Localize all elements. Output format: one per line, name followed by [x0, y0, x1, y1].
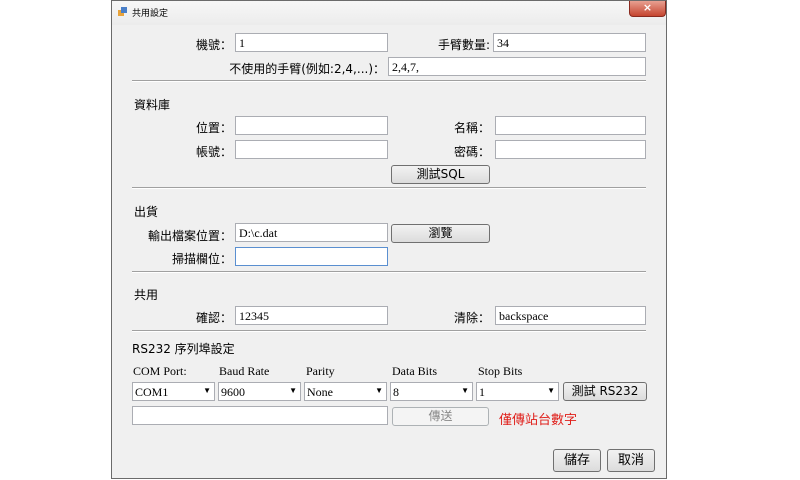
- arm-count-field[interactable]: 34: [493, 33, 646, 52]
- confirm-label: 確認：: [195, 311, 232, 325]
- chevron-down-icon: ▼: [375, 386, 383, 395]
- separator: [132, 80, 646, 82]
- clear-key-field[interactable]: backspace: [495, 306, 646, 325]
- separator: [132, 330, 646, 332]
- baud-rate-select[interactable]: 9600 ▼: [218, 382, 301, 401]
- output-path-label: 輸出檔案位置：: [147, 229, 232, 243]
- cancel-button[interactable]: 取消: [607, 449, 655, 472]
- data-bits-value: 8: [393, 385, 399, 399]
- test-rs232-button[interactable]: 測試 RS232: [563, 382, 647, 401]
- send-button[interactable]: 傳送: [392, 407, 489, 426]
- scan-field-input[interactable]: [235, 247, 388, 266]
- machine-label: 機號：: [195, 38, 232, 52]
- baud-rate-label: Baud Rate: [219, 364, 270, 378]
- save-button[interactable]: 儲存: [553, 449, 601, 472]
- parity-label: Parity: [306, 364, 335, 378]
- shipping-section-title: 出貨: [134, 205, 159, 219]
- db-account-field[interactable]: [235, 140, 388, 159]
- window-title: 共用設定: [132, 9, 169, 19]
- parity-select[interactable]: None ▼: [304, 382, 387, 401]
- db-password-field[interactable]: [495, 140, 646, 159]
- db-name-field[interactable]: [495, 116, 646, 135]
- separator: [132, 271, 646, 273]
- app-icon: [118, 7, 127, 16]
- chevron-down-icon: ▼: [203, 386, 211, 395]
- chevron-down-icon: ▼: [289, 386, 297, 395]
- separator: [132, 187, 646, 189]
- chevron-down-icon: ▼: [547, 386, 555, 395]
- db-location-label: 位置：: [195, 121, 232, 135]
- parity-value: None: [307, 385, 333, 399]
- data-bits-select[interactable]: 8 ▼: [390, 382, 473, 401]
- test-sql-button[interactable]: 測試SQL: [391, 165, 490, 184]
- com-port-select[interactable]: COM1 ▼: [132, 382, 215, 401]
- browse-button[interactable]: 瀏覽: [391, 224, 490, 243]
- clear-label: 清除：: [453, 311, 490, 325]
- machine-field[interactable]: 1: [235, 33, 388, 52]
- confirm-key-field[interactable]: 12345: [235, 306, 388, 325]
- rs232-section-title: RS232 序列埠設定: [132, 342, 235, 356]
- chevron-down-icon: ▼: [461, 386, 469, 395]
- common-section-title: 共用: [134, 288, 159, 302]
- data-bits-label: Data Bits: [392, 364, 437, 378]
- baud-rate-value: 9600: [221, 385, 245, 399]
- database-section-title: 資料庫: [134, 98, 171, 112]
- close-button[interactable]: ×: [629, 1, 666, 17]
- settings-dialog: 共用設定 × 機號： 1 手臂數量: 34 不使用的手臂(例如:2,4,...)…: [111, 0, 667, 479]
- arm-count-label: 手臂數量:: [437, 38, 490, 52]
- com-port-value: COM1: [135, 385, 169, 399]
- stop-bits-label: Stop Bits: [478, 364, 523, 378]
- db-account-label: 帳號：: [195, 145, 232, 159]
- stop-bits-value: 1: [479, 385, 485, 399]
- db-name-label: 名稱：: [453, 121, 490, 135]
- send-hint: 僅傳站台數字: [499, 413, 578, 428]
- unused-arms-label: 不使用的手臂(例如:2,4,...)：: [229, 62, 385, 76]
- send-input[interactable]: [132, 406, 388, 425]
- output-path-field[interactable]: D:\c.dat: [235, 223, 388, 242]
- com-port-label: COM Port:: [133, 364, 187, 378]
- unused-arms-field[interactable]: 2,4,7,: [388, 57, 646, 76]
- db-password-label: 密碼：: [453, 145, 490, 159]
- scan-field-label: 掃描欄位：: [171, 252, 232, 266]
- db-location-field[interactable]: [235, 116, 388, 135]
- title-bar[interactable]: 共用設定 ×: [112, 1, 666, 25]
- stop-bits-select[interactable]: 1 ▼: [476, 382, 559, 401]
